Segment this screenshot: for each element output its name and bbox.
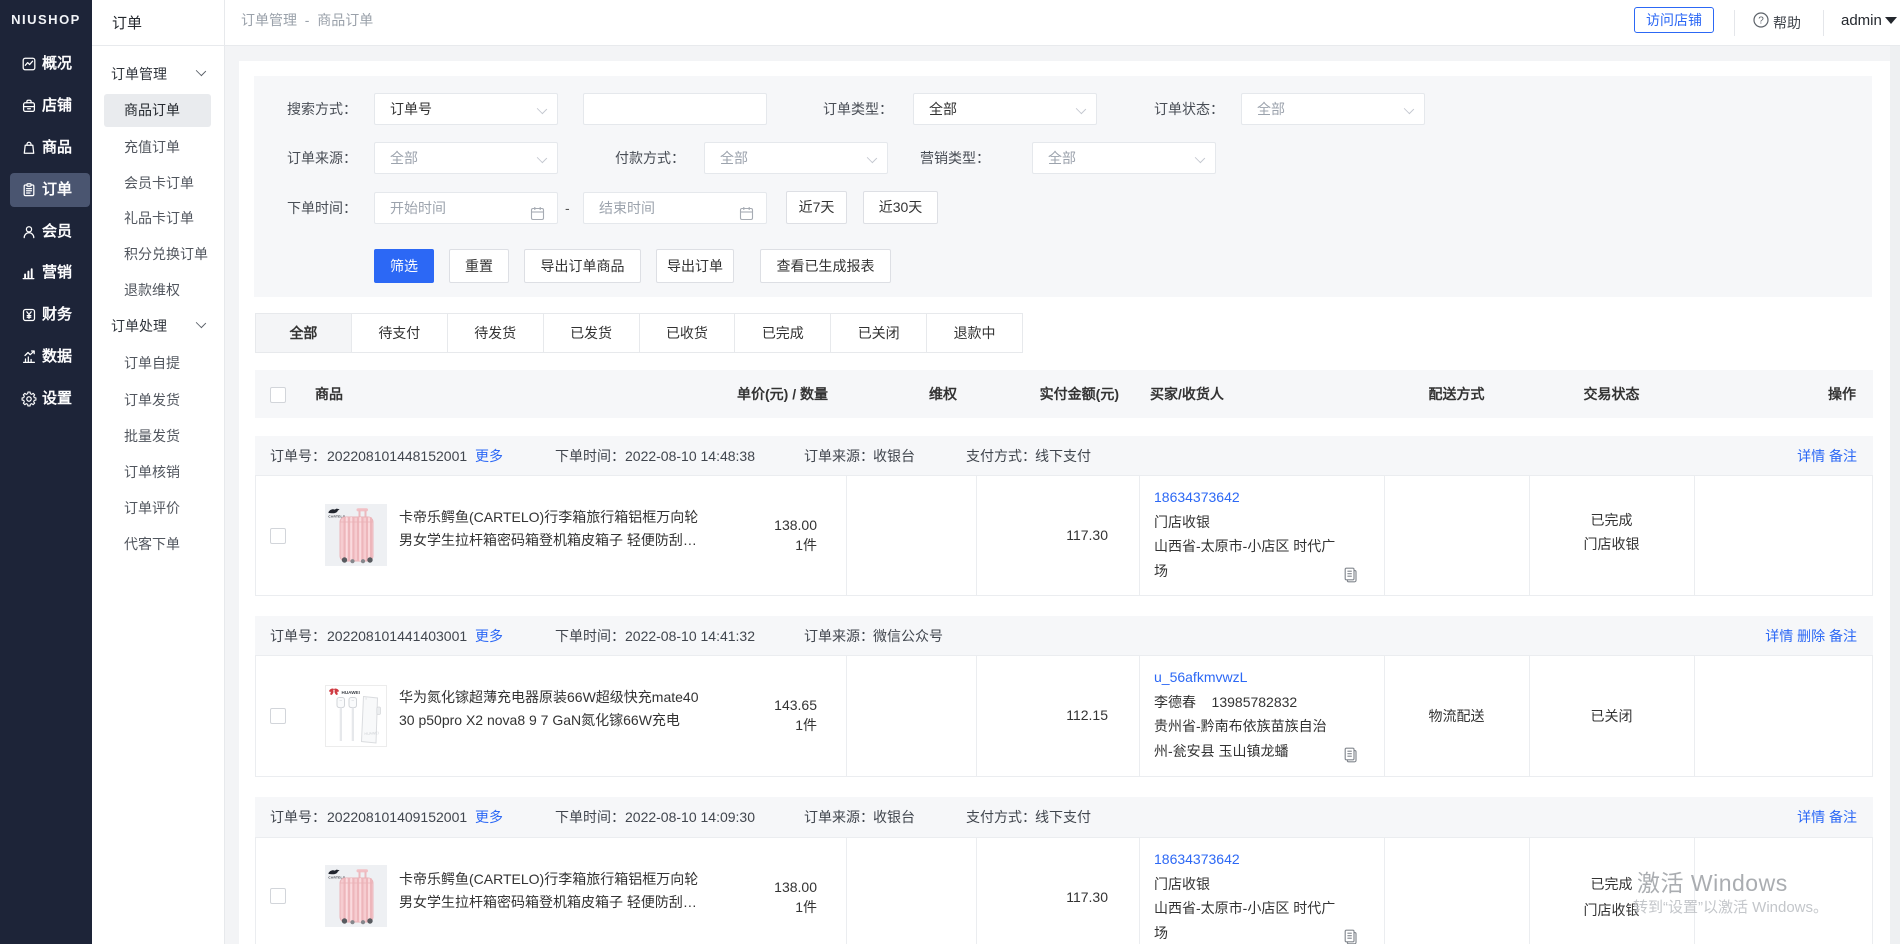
svg-text:HUAWEI: HUAWEI [364, 731, 378, 736]
svg-text:HUAWEI: HUAWEI [342, 690, 360, 695]
svg-text:?: ? [1758, 16, 1764, 27]
